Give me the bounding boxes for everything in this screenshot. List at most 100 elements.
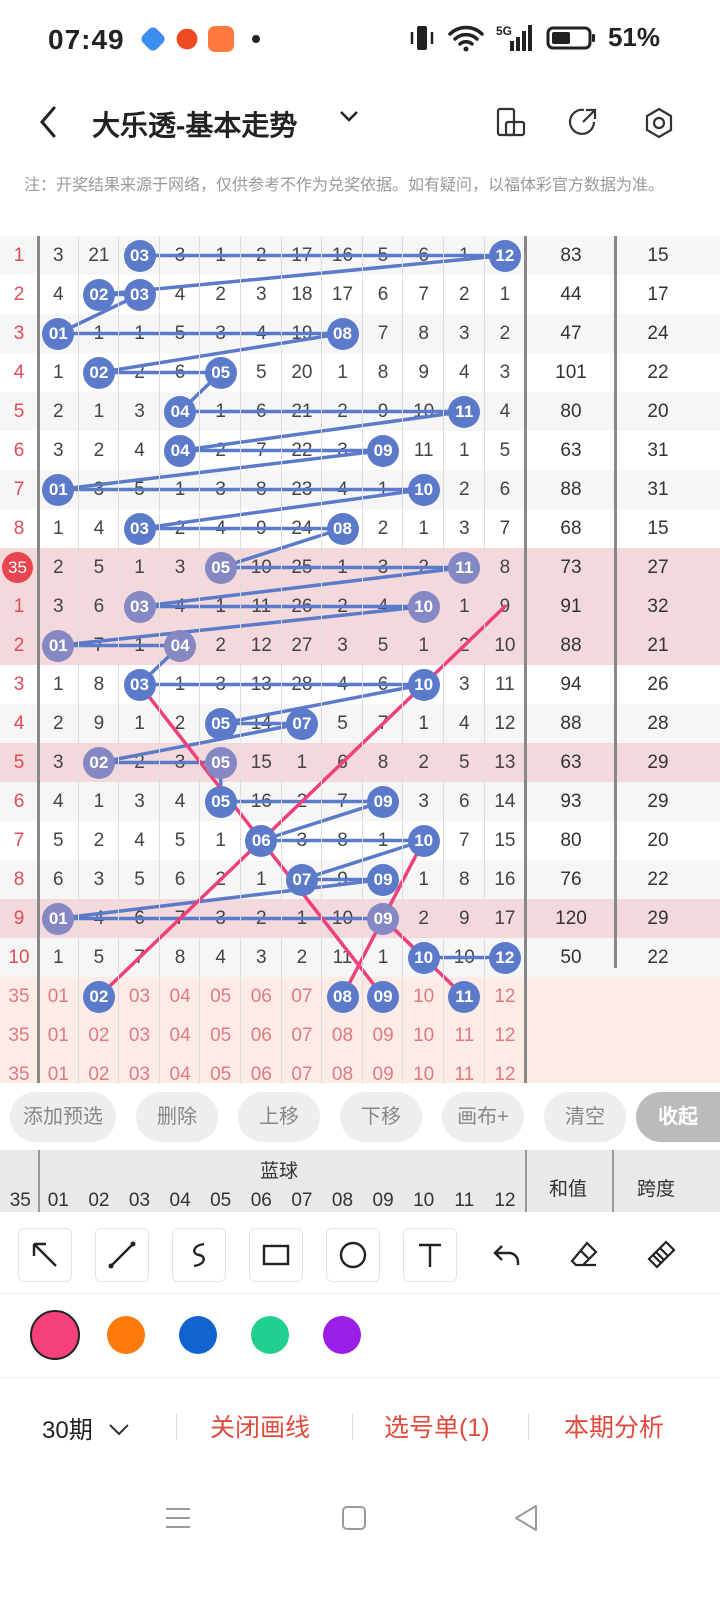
settings-icon[interactable] bbox=[642, 106, 676, 140]
drawn-ball[interactable]: 10 bbox=[407, 941, 440, 974]
drawn-ball[interactable]: 05 bbox=[204, 551, 237, 584]
text-tool[interactable] bbox=[403, 1228, 457, 1282]
drawn-ball[interactable]: 08 bbox=[326, 980, 359, 1013]
drawn-ball[interactable]: 01 bbox=[42, 629, 75, 662]
clear-all-tool[interactable] bbox=[634, 1228, 688, 1282]
drawn-ball[interactable]: 04 bbox=[164, 395, 197, 428]
page-title[interactable]: 大乐透-基本走势 bbox=[92, 104, 297, 144]
drawn-ball[interactable]: 07 bbox=[285, 707, 318, 740]
drawn-ball[interactable]: 03 bbox=[123, 590, 156, 623]
collapse-button[interactable]: 收起 bbox=[636, 1092, 720, 1142]
rectangle-tool-icon bbox=[262, 1244, 290, 1266]
drawn-ball[interactable]: 02 bbox=[82, 278, 115, 311]
arrow-tool[interactable] bbox=[18, 1228, 72, 1282]
color-swatch[interactable] bbox=[251, 1316, 289, 1354]
chevron-down-icon[interactable] bbox=[338, 108, 360, 124]
drawn-ball[interactable]: 02 bbox=[82, 980, 115, 1013]
divider bbox=[352, 1414, 353, 1440]
drawn-ball[interactable]: 09 bbox=[367, 785, 400, 818]
drawn-ball[interactable]: 06 bbox=[245, 824, 278, 857]
drawn-ball[interactable]: 11 bbox=[448, 980, 481, 1013]
trend-line bbox=[218, 526, 345, 570]
canvas-plus-button[interactable]: 画布+ bbox=[442, 1092, 524, 1142]
drawn-ball[interactable]: 01 bbox=[42, 317, 75, 350]
clear-button[interactable]: 清空 bbox=[544, 1092, 626, 1142]
curve-tool[interactable] bbox=[172, 1228, 226, 1282]
header-column: 01 bbox=[47, 1190, 69, 1211]
column-divider bbox=[118, 236, 120, 1083]
add-preselect-button[interactable]: 添加预选 bbox=[10, 1092, 116, 1142]
drawn-ball[interactable]: 09 bbox=[367, 863, 400, 896]
drawn-ball[interactable]: 05 bbox=[204, 746, 237, 779]
chevron-down-icon bbox=[109, 1424, 130, 1436]
home-icon[interactable] bbox=[338, 1502, 370, 1534]
divider bbox=[528, 1414, 529, 1440]
delete-button[interactable]: 删除 bbox=[136, 1092, 218, 1142]
drawn-ball[interactable]: 09 bbox=[367, 980, 400, 1013]
drawn-ball[interactable]: 07 bbox=[285, 863, 318, 896]
color-swatch[interactable] bbox=[323, 1316, 361, 1354]
vibrate-icon bbox=[410, 25, 434, 50]
drawn-ball[interactable]: 03 bbox=[123, 278, 156, 311]
drawn-ball[interactable]: 10 bbox=[407, 473, 440, 506]
line-tool[interactable] bbox=[95, 1228, 149, 1282]
drawn-ball[interactable]: 02 bbox=[82, 746, 115, 779]
drawn-ball[interactable]: 11 bbox=[448, 551, 481, 584]
color-swatch[interactable] bbox=[107, 1316, 145, 1354]
undo-tool[interactable] bbox=[480, 1228, 534, 1282]
column-divider bbox=[525, 1150, 527, 1212]
header-column: 05 bbox=[210, 1190, 232, 1211]
back-arrow-icon[interactable] bbox=[36, 102, 60, 142]
drawn-ball[interactable]: 09 bbox=[367, 434, 400, 467]
period-selector[interactable]: 30期 bbox=[42, 1410, 131, 1445]
color-swatch[interactable] bbox=[179, 1316, 217, 1354]
column-divider bbox=[158, 236, 160, 1083]
drawn-ball[interactable]: 05 bbox=[204, 356, 237, 389]
drawn-ball[interactable]: 03 bbox=[123, 668, 156, 701]
column-divider bbox=[614, 236, 617, 968]
drawn-ball[interactable]: 11 bbox=[448, 395, 481, 428]
drawn-ball[interactable]: 05 bbox=[204, 785, 237, 818]
column-divider bbox=[483, 236, 485, 1083]
drawing-tools bbox=[0, 1218, 720, 1294]
column-divider bbox=[443, 236, 444, 1083]
period-analysis-button[interactable]: 本期分析 bbox=[564, 1408, 664, 1444]
drawn-ball[interactable]: 04 bbox=[164, 434, 197, 467]
pick-list-button[interactable]: 选号单(1) bbox=[384, 1408, 490, 1444]
eraser-tool[interactable] bbox=[557, 1228, 611, 1282]
column-divider bbox=[240, 236, 241, 1083]
drawn-ball[interactable]: 03 bbox=[123, 239, 156, 272]
disclaimer-note: 注：开奖结果来源于网络，仅供参考不作为兑奖依据。如有疑问，以福体彩官方数据为准。 bbox=[24, 177, 665, 194]
screen-rotate-icon[interactable] bbox=[494, 106, 528, 138]
drawn-ball[interactable]: 10 bbox=[407, 590, 440, 623]
drawn-ball[interactable]: 08 bbox=[326, 317, 359, 350]
drawn-ball[interactable]: 03 bbox=[123, 512, 156, 545]
drawn-ball[interactable]: 12 bbox=[488, 239, 521, 272]
column-divider bbox=[37, 236, 40, 1083]
drawn-ball[interactable]: 01 bbox=[42, 473, 75, 506]
drawn-ball[interactable]: 10 bbox=[407, 824, 440, 857]
column-divider bbox=[38, 1150, 40, 1212]
column-divider bbox=[402, 236, 404, 1083]
close-drawing-button[interactable]: 关闭画线 bbox=[210, 1408, 310, 1444]
drawn-ball[interactable]: 08 bbox=[326, 512, 359, 545]
drawn-ball[interactable]: 01 bbox=[42, 902, 75, 935]
back-icon[interactable] bbox=[510, 1502, 542, 1534]
battery-icon bbox=[546, 26, 595, 49]
drawn-ball[interactable]: 04 bbox=[164, 629, 197, 662]
move-up-button[interactable]: 上移 bbox=[238, 1092, 320, 1142]
notification-icons bbox=[139, 25, 260, 53]
menu-icon[interactable] bbox=[162, 1502, 194, 1534]
drawn-ball[interactable]: 10 bbox=[407, 668, 440, 701]
color-swatch[interactable] bbox=[30, 1310, 80, 1360]
rectangle-tool[interactable] bbox=[249, 1228, 303, 1282]
drawn-ball[interactable]: 02 bbox=[82, 356, 115, 389]
move-down-button[interactable]: 下移 bbox=[340, 1092, 422, 1142]
drawn-ball[interactable]: 09 bbox=[367, 902, 400, 935]
circle-tool[interactable] bbox=[326, 1228, 380, 1282]
drawn-ball[interactable]: 05 bbox=[204, 707, 237, 740]
header-column: 04 bbox=[169, 1190, 191, 1211]
drawn-ball[interactable]: 12 bbox=[488, 941, 521, 974]
share-icon[interactable] bbox=[566, 106, 600, 140]
svg-text:5G: 5G bbox=[496, 24, 512, 38]
